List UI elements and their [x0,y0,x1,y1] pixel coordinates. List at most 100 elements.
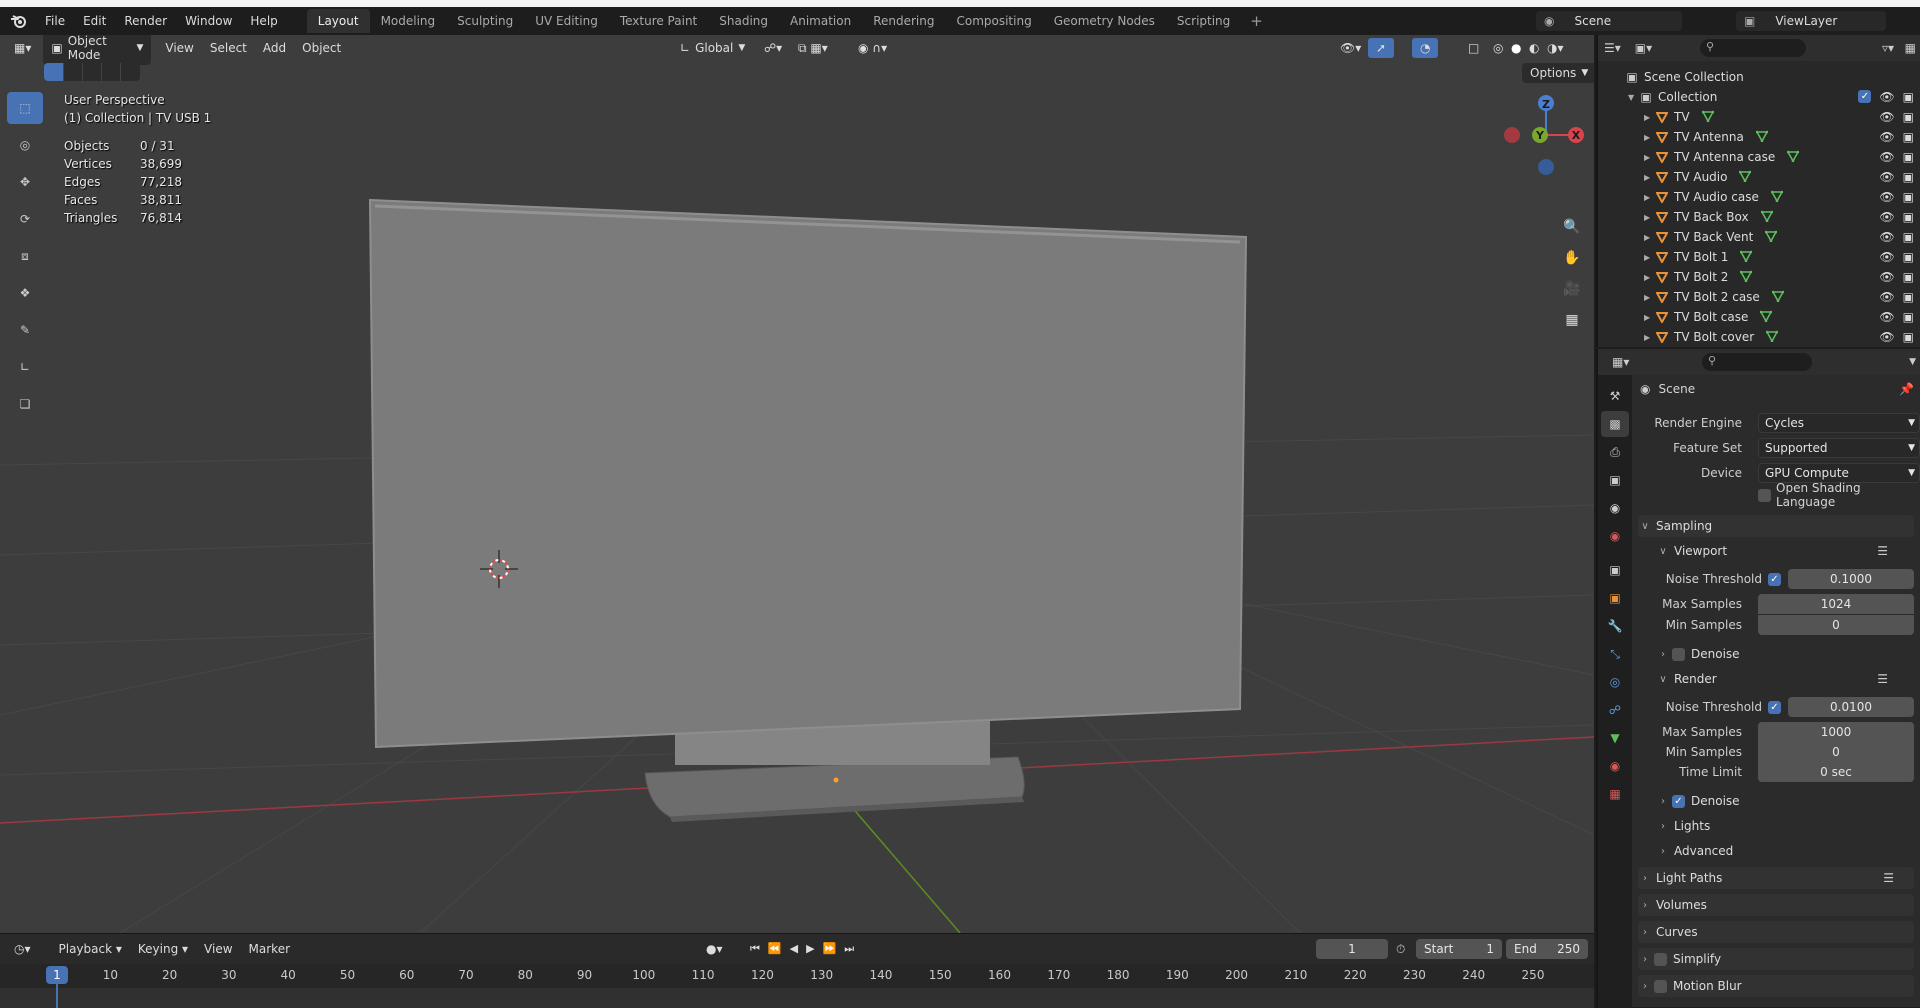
mesh-data-icon[interactable] [1770,190,1784,205]
outliner-item[interactable]: ▶ TV Antenna 👁 ▣ [1598,127,1920,147]
collection-exclude-checkbox[interactable]: ✓ [1858,90,1872,103]
viewport-subpanel-header[interactable]: ∨ Viewport ☰ [1656,540,1914,562]
expand-arrow-icon[interactable]: ▼ [1628,93,1638,102]
mesh-data-icon[interactable] [1786,150,1800,165]
menu-object[interactable]: Object [294,38,349,58]
camera-icon[interactable]: ▣ [1903,310,1914,324]
presets-list-icon[interactable]: ☰ [1883,871,1894,885]
menu-file[interactable]: File [36,14,74,28]
modifier-tab-icon[interactable]: 🔧 [1601,613,1629,639]
mesh-data-icon[interactable] [1760,310,1773,325]
outliner-search-input[interactable]: ⚲ [1700,39,1806,57]
workspace-tab-geometry-nodes[interactable]: Geometry Nodes [1043,9,1166,33]
pan-hand-icon[interactable]: ✋ [1558,244,1586,272]
camera-icon[interactable]: ▣ [1903,190,1914,204]
select-intersect-icon[interactable] [120,63,139,81]
mesh-data-icon[interactable] [1760,210,1773,225]
expand-arrow-icon[interactable]: ▶ [1644,213,1654,222]
eye-icon[interactable]: 👁 [1879,130,1894,144]
eye-icon[interactable]: 👁 [1879,250,1894,264]
chevron-down-icon[interactable]: ▼ [1909,357,1916,367]
gizmo-toggle-icon[interactable]: ➚ [1368,38,1395,58]
eye-icon[interactable]: 👁 [1879,230,1894,244]
outliner-item[interactable]: ▶ TV Audio case 👁 ▣ [1598,187,1920,207]
camera-icon[interactable]: ▣ [1903,170,1914,184]
menu-window[interactable]: Window [176,14,241,28]
workspace-tab-animation[interactable]: Animation [779,9,862,33]
feature-set-dropdown[interactable]: Supported ▼ [1758,438,1920,458]
simplify-panel[interactable]: › Simplify [1638,948,1914,970]
outliner-item[interactable]: ▶ TV Back Box 👁 ▣ [1598,207,1920,227]
volumes-panel[interactable]: › Volumes [1638,894,1914,916]
eye-icon[interactable]: 👁 [1879,290,1894,304]
select-extend-icon[interactable] [63,63,82,81]
add-workspace-button[interactable]: + [1241,12,1272,30]
menu-select[interactable]: Select [202,38,255,58]
end-frame-field[interactable]: End 250 [1506,939,1588,959]
eye-icon[interactable]: 👁 [1879,270,1894,284]
render-denoise-checkbox[interactable]: ✓ [1672,794,1685,808]
workspace-tab-compositing[interactable]: Compositing [945,9,1042,33]
render-denoise-subpanel[interactable]: › ✓ Denoise [1656,790,1914,812]
workspace-tab-texture-paint[interactable]: Texture Paint [609,9,708,33]
camera-icon[interactable]: ▣ [1903,290,1914,304]
menu-add[interactable]: Add [255,38,294,58]
viewport-denoise-subpanel[interactable]: › Denoise [1656,643,1914,665]
mesh-data-icon[interactable] [1701,110,1714,125]
eye-icon[interactable]: 👁 [1879,190,1894,204]
render-noise-threshold-field[interactable]: 0.0100 [1788,697,1914,717]
view-layer-tab-icon[interactable]: ▣ [1601,467,1629,493]
mesh-data-icon[interactable] [1764,230,1778,245]
ortho-grid-icon[interactable]: ▦ [1558,306,1586,334]
zoom-icon[interactable]: 🔍 [1558,213,1586,241]
eye-icon[interactable]: 👁 [1879,150,1894,164]
camera-icon[interactable]: ▣ [1903,210,1914,224]
select-invert-icon[interactable] [101,63,120,81]
camera-icon[interactable]: ▣ [1903,110,1914,124]
camera-icon[interactable]: ▣ [1903,250,1914,264]
render-noise-threshold-checkbox[interactable]: ✓ [1768,700,1781,714]
device-dropdown[interactable]: GPU Compute ▼ [1758,463,1920,483]
mesh-data-icon[interactable] [1740,250,1753,265]
play-icon[interactable]: ▶ [806,942,814,956]
transform-orientation-dropdown[interactable]: ∟ Global ▼ [672,38,753,58]
timeline-menu-keying[interactable]: Keying ▾ [130,939,196,959]
object-tab-icon[interactable]: ▣ [1601,585,1629,611]
expand-arrow-icon[interactable]: ▶ [1644,273,1654,282]
editor-type-icon[interactable]: ▦▾ [6,38,39,58]
playhead[interactable]: 1 [46,966,68,984]
properties-editor-type-icon[interactable]: ▦▾ [1612,355,1629,369]
curves-panel[interactable]: › Curves [1638,921,1914,943]
render-max-samples-field[interactable]: 1000 [1758,722,1914,742]
outliner-item[interactable]: ▶ TV Bolt case 👁 ▣ [1598,307,1920,327]
mesh-data-icon[interactable] [1740,270,1753,285]
camera-view-icon[interactable]: 🎥 [1558,275,1586,303]
3d-viewport[interactable]: Z Y X ▦▾ ▣ Object Mode ▼ View Select Add… [0,35,1594,933]
expand-arrow-icon[interactable]: ▶ [1644,233,1654,242]
scene-selector[interactable]: ◉ Scene [1536,11,1682,31]
play-reverse-icon[interactable]: ◀ [790,942,798,956]
presets-list-icon[interactable]: ☰ [1877,544,1888,558]
camera-icon[interactable]: ▣ [1903,330,1914,344]
osl-checkbox[interactable] [1758,488,1771,502]
outliner-item[interactable]: ▶ TV Bolt 2 case 👁 ▣ [1598,287,1920,307]
new-collection-icon[interactable]: ▦ [1905,41,1916,55]
camera-icon[interactable]: ▣ [1903,130,1914,144]
lights-subpanel[interactable]: › Lights [1656,815,1914,837]
render-engine-dropdown[interactable]: Cycles ▼ [1758,413,1920,433]
stopwatch-icon[interactable]: ⏱ [1396,942,1405,957]
collection-tab-icon[interactable]: ▣ [1601,557,1629,583]
mesh-data-icon[interactable] [1765,330,1779,345]
camera-icon[interactable]: ▣ [1903,90,1914,104]
outliner-item[interactable]: ▶ TV Bolt 2 👁 ▣ [1598,267,1920,287]
visibility-icon[interactable]: 👁▾ [1332,38,1369,58]
outliner-editor-type-icon[interactable]: ☰▾ [1604,41,1621,55]
eye-icon[interactable]: 👁 [1879,330,1894,344]
viewport-denoise-checkbox[interactable] [1672,647,1685,661]
motion-blur-checkbox[interactable] [1654,979,1667,993]
outliner-item[interactable]: ▶ TV Back Vent 👁 ▣ [1598,227,1920,247]
record-icon[interactable]: ●▾ [706,942,723,956]
start-frame-field[interactable]: Start 1 [1416,939,1502,959]
outliner-item[interactable]: ▶ TV Bolt cover 👁 ▣ [1598,327,1920,347]
presets-list-icon[interactable]: ☰ [1877,672,1888,686]
